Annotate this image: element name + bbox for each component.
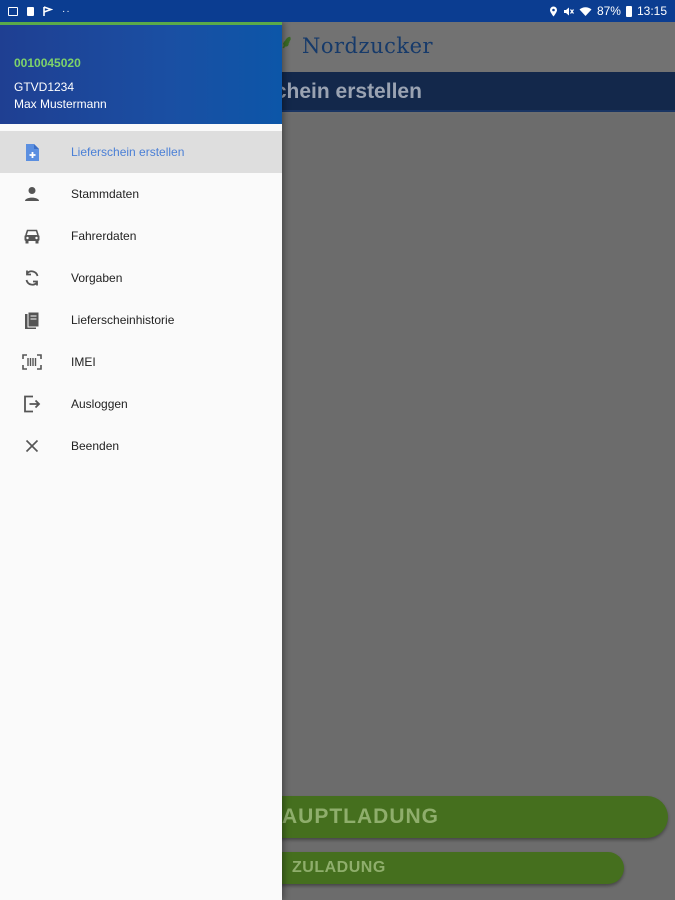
wifi-icon — [579, 6, 592, 17]
menu-item-label: Fahrerdaten — [71, 229, 137, 243]
menu-item-vorgaben[interactable]: Vorgaben — [0, 257, 282, 299]
menu-item-label: IMEI — [71, 355, 96, 369]
menu-item-ausloggen[interactable]: Ausloggen — [0, 383, 282, 425]
square-icon — [27, 6, 34, 16]
menu-item-label: Stammdaten — [71, 187, 140, 201]
person-icon — [22, 184, 42, 204]
account-number: 0010045020 — [14, 56, 81, 70]
status-bar-right: 87% 13:15 — [549, 4, 667, 18]
status-bar-left: ·· — [8, 6, 71, 17]
user-name: Max Mustermann — [14, 97, 107, 111]
history-icon — [22, 310, 42, 330]
menu-item-label: Lieferscheinhistorie — [71, 313, 175, 327]
mute-icon — [563, 6, 574, 17]
document-add-icon — [22, 142, 42, 162]
menu-item-lieferschein-erstellen[interactable]: Lieferschein erstellen — [0, 131, 282, 173]
battery-percent: 87% — [596, 4, 621, 18]
battery-icon — [625, 5, 632, 17]
location-icon — [549, 6, 558, 17]
menu-item-stammdaten[interactable]: Stammdaten — [0, 173, 282, 215]
logout-icon — [22, 394, 42, 414]
menu-item-beenden[interactable]: Beenden — [0, 425, 282, 467]
app-logo: Nordzucker — [302, 34, 434, 58]
menu-item-fahrerdaten[interactable]: Fahrerdaten — [0, 215, 282, 257]
sync-icon — [22, 268, 42, 288]
clock: 13:15 — [636, 4, 667, 18]
menu-item-label: Lieferschein erstellen — [71, 145, 185, 159]
flag-icon — [43, 5, 53, 17]
menu-item-label: Ausloggen — [71, 397, 128, 411]
menu-item-label: Vorgaben — [71, 271, 123, 285]
menu-item-label: Beenden — [71, 439, 120, 453]
vehicle-code: GTVD1234 — [14, 80, 75, 94]
menu-item-lieferscheinhistorie[interactable]: Lieferscheinhistorie — [0, 299, 282, 341]
drawer-menu: Lieferschein erstellen Stammdaten Fahrer… — [0, 131, 282, 467]
navigation-drawer: 0010045020 GTVD1234 Max Mustermann Liefe… — [0, 22, 282, 900]
menu-item-imei[interactable]: IMEI — [0, 341, 282, 383]
hauptladung-label: AUPTLADUNG — [282, 805, 439, 828]
dots-icon: ·· — [62, 5, 71, 17]
zuladung-label: ZULADUNG — [292, 859, 386, 876]
status-bar: ·· 87% 13:15 — [0, 0, 675, 22]
close-icon — [22, 436, 42, 456]
car-icon — [22, 226, 42, 246]
barcode-icon — [22, 352, 42, 372]
zuladung-button[interactable]: ZULADUNG — [240, 852, 624, 884]
drawer-header: 0010045020 GTVD1234 Max Mustermann — [0, 22, 282, 124]
image-icon — [8, 6, 18, 16]
